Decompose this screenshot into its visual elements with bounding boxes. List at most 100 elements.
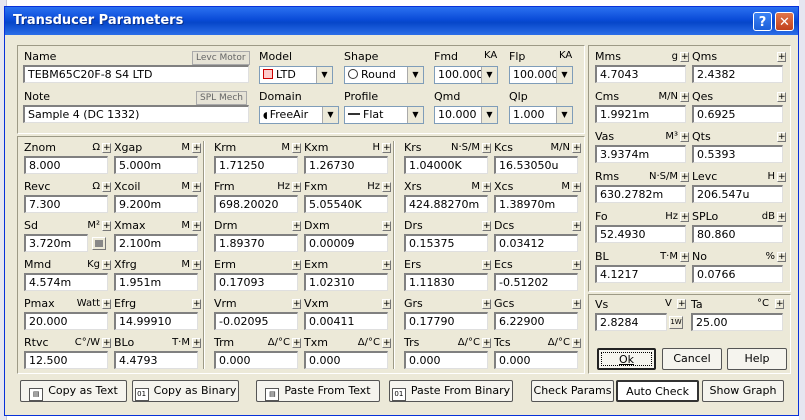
efrg-field[interactable]: 14.99910 [114,312,198,330]
chevron-down-icon[interactable]: ▼ [556,107,572,123]
xfrg-menu-button[interactable]: + [192,260,201,270]
qes-menu-button[interactable]: + [777,92,786,102]
vs-field[interactable]: 2.8284 [595,313,667,331]
cms-menu-button[interactable]: + [680,92,689,102]
levc-field[interactable]: 206.547u [692,185,783,203]
revc-field[interactable]: 7.300 [24,195,108,213]
krs-field[interactable]: 1.04000K [404,156,488,174]
splo-field[interactable]: 80.860 [692,225,783,243]
dcs-field[interactable]: 0.03412 [494,234,578,252]
kcs-menu-button[interactable]: + [572,143,581,153]
txm-menu-button[interactable]: + [382,338,391,348]
exm-menu-button[interactable]: + [382,260,391,270]
paste-from-text-button[interactable]: ▤ Paste From Text [256,380,380,402]
trs-menu-button[interactable]: + [482,338,491,348]
kcs-field[interactable]: 16.53050u [494,156,578,174]
chevron-down-icon[interactable]: ▼ [322,107,338,123]
gcs-menu-button[interactable]: + [572,299,581,309]
chevron-down-icon[interactable]: ▼ [407,107,423,123]
fxm-field[interactable]: 5.05540K [304,195,388,213]
erm-field[interactable]: 0.17093 [214,273,298,291]
cancel-button[interactable]: Cancel [662,348,722,370]
xmax-menu-button[interactable]: + [192,221,201,231]
qes-field[interactable]: 0.6925 [692,105,783,123]
bl-menu-button[interactable]: + [680,252,689,262]
drs-field[interactable]: 0.15375 [404,234,488,252]
copy-as-text-button[interactable]: ▤ Copy as Text [20,380,127,402]
xfrg-field[interactable]: 1.951m [114,273,198,291]
trs-field[interactable]: 0.000 [404,351,488,369]
chevron-down-icon[interactable]: ▼ [316,67,332,83]
vas-field[interactable]: 3.9374m [595,145,686,163]
xcs-menu-button[interactable]: + [572,182,581,192]
krs-menu-button[interactable]: + [482,143,491,153]
kxm-field[interactable]: 1.26730 [304,156,388,174]
efrg-menu-button[interactable]: + [192,299,201,309]
znom-field[interactable]: 8.000 [24,156,108,174]
vs-menu-button[interactable]: + [677,299,686,309]
qts-field[interactable]: 0.5393 [692,145,783,163]
fo-field[interactable]: 52.4930 [595,225,686,243]
krm-field[interactable]: 1.71250 [214,156,298,174]
title-bar[interactable]: Transducer Parameters ? ✕ [5,7,798,35]
gcs-field[interactable]: 6.22900 [494,312,578,330]
tcs-field[interactable]: 0.000 [494,351,578,369]
drs-menu-button[interactable]: + [482,221,491,231]
rms-field[interactable]: 630.2782m [595,185,686,203]
qms-menu-button[interactable]: + [777,52,786,62]
bl-field[interactable]: 4.1217 [595,265,686,283]
frm-field[interactable]: 698.20020 [214,195,298,213]
drm-field[interactable]: 1.89370 [214,234,298,252]
shape-select[interactable]: Round ▼ [344,66,424,84]
krm-menu-button[interactable]: + [292,143,301,153]
profile-select[interactable]: Flat ▼ [344,106,424,124]
copy-as-binary-button[interactable]: 01 Copy as Binary [132,380,239,402]
note-field[interactable]: Sample 4 (DC 1332) [23,105,249,123]
cms-field[interactable]: 1.9921m [595,105,686,123]
grs-menu-button[interactable]: + [482,299,491,309]
vxm-menu-button[interactable]: + [382,299,391,309]
znom-menu-button[interactable]: + [102,143,111,153]
name-field[interactable]: TEBM65C20F-8 S4 LTD [23,65,249,83]
chevron-down-icon[interactable]: ▼ [556,67,572,83]
erm-menu-button[interactable]: + [292,260,301,270]
chevron-down-icon[interactable]: ▼ [481,107,497,123]
revc-menu-button[interactable]: + [102,182,111,192]
ecs-menu-button[interactable]: + [572,260,581,270]
flp-select[interactable]: 100.000 ▼ [509,66,573,84]
domain-select[interactable]: ◖ FreeAir ▼ [259,106,339,124]
exm-field[interactable]: 1.02310 [304,273,388,291]
close-button[interactable]: ✕ [775,12,794,31]
rtvc-field[interactable]: 12.500 [24,351,108,369]
blo-field[interactable]: 4.4793 [114,351,198,369]
mmd-field[interactable]: 4.574m [24,273,108,291]
vrm-field[interactable]: -0.02095 [214,312,298,330]
xgap-menu-button[interactable]: + [192,143,201,153]
no-field[interactable]: 0.0766 [692,265,783,283]
xcs-field[interactable]: 1.38970m [494,195,578,213]
spl-mech-button[interactable]: SPL Mech [196,91,247,105]
qlp-select[interactable]: 1.000 ▼ [509,106,573,124]
trm-field[interactable]: 0.000 [214,351,298,369]
blo-menu-button[interactable]: + [192,338,201,348]
splo-menu-button[interactable]: + [777,212,786,222]
grs-field[interactable]: 0.17790 [404,312,488,330]
qmd-select[interactable]: 10.000 ▼ [434,106,498,124]
no-menu-button[interactable]: + [777,252,786,262]
mms-menu-button[interactable]: + [680,52,689,62]
show-graph-button[interactable]: Show Graph [702,380,784,402]
ta-field[interactable]: 25.00 [691,313,783,331]
rtvc-menu-button[interactable]: + [102,338,111,348]
ecs-field[interactable]: -0.51202 [494,273,578,291]
pmax-field[interactable]: 20.000 [24,312,108,330]
txm-field[interactable]: 0.000 [304,351,388,369]
xcoil-menu-button[interactable]: + [192,182,201,192]
ers-field[interactable]: 1.11830 [404,273,488,291]
ers-menu-button[interactable]: + [482,260,491,270]
paste-from-binary-button[interactable]: 01 Paste From Binary [389,380,513,402]
sd-calc-button[interactable] [92,237,106,250]
pmax-menu-button[interactable]: + [102,299,111,309]
frm-menu-button[interactable]: + [292,182,301,192]
check-params-button[interactable]: Check Params [531,380,614,402]
vs-1w-button[interactable]: 1W [669,316,683,329]
